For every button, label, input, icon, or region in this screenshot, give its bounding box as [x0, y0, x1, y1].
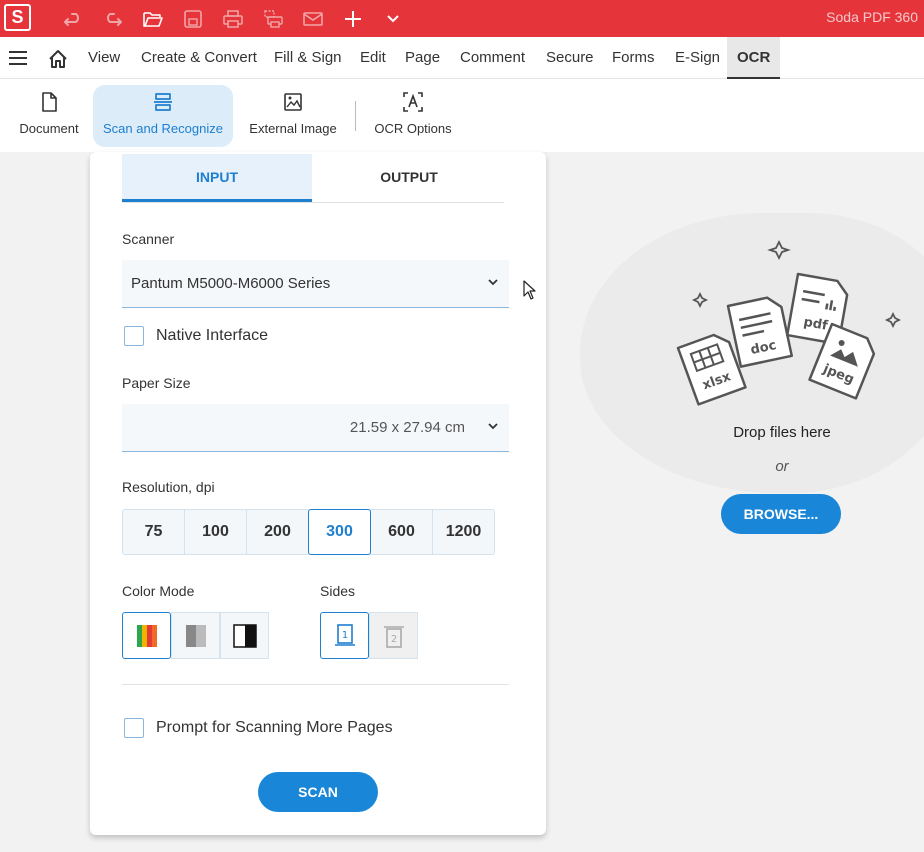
ribbon: Document Scan and Recognize External Ima…: [0, 79, 924, 152]
ribbon-scan-recognize-label: Scan and Recognize: [103, 121, 223, 136]
panel-tabs: INPUT OUTPUT: [122, 154, 504, 203]
ribbon-external-image-button[interactable]: External Image: [245, 85, 341, 147]
resolution-label: Resolution, dpi: [122, 479, 215, 495]
menu-edit[interactable]: Edit: [360, 37, 386, 79]
browse-button[interactable]: BROWSE...: [721, 494, 841, 534]
tab-input[interactable]: INPUT: [122, 154, 312, 202]
black-white-icon: [232, 623, 257, 648]
sparkle-icon: [767, 239, 791, 261]
ribbon-external-image-label: External Image: [249, 121, 337, 136]
prompt-more-pages-label: Prompt for Scanning More Pages: [156, 719, 393, 736]
sparkle-icon: [884, 311, 902, 329]
save-icon[interactable]: [182, 8, 204, 30]
menu-page[interactable]: Page: [405, 37, 440, 79]
drop-or-text: or: [775, 458, 789, 475]
chevron-down-icon: [488, 279, 498, 286]
menu-esign[interactable]: E-Sign: [675, 37, 720, 79]
hamburger-menu-icon[interactable]: [8, 49, 28, 67]
scanner-icon: [152, 91, 174, 113]
resolution-option-selected[interactable]: 300: [308, 509, 371, 555]
panel-divider: [122, 684, 509, 685]
svg-text:2: 2: [390, 634, 396, 645]
menu-ocr[interactable]: OCR: [727, 37, 781, 79]
app-logo[interactable]: S: [4, 4, 31, 31]
double-sided-icon: 2: [383, 625, 404, 648]
doc-file-icon: doc: [726, 296, 794, 368]
paper-size-value: 21.59 x 27.94 cm: [349, 419, 465, 436]
menu-secure[interactable]: Secure: [546, 37, 594, 79]
resolution-option[interactable]: 75: [122, 509, 185, 555]
menu-comment[interactable]: Comment: [460, 37, 525, 79]
mouse-cursor-icon: [523, 280, 536, 300]
sides-single-button[interactable]: 1: [320, 612, 369, 659]
color-mode-color-button[interactable]: [122, 612, 171, 659]
ocr-options-icon: [402, 91, 424, 113]
scan-button[interactable]: SCAN: [258, 772, 378, 812]
chevron-down-icon: [488, 423, 498, 430]
undo-icon[interactable]: [62, 8, 84, 30]
redo-icon[interactable]: [102, 8, 124, 30]
menu-create-convert[interactable]: Create & Convert: [141, 37, 257, 79]
resolution-option[interactable]: 600: [370, 509, 433, 555]
add-icon[interactable]: [342, 8, 364, 30]
print-icon[interactable]: [222, 8, 244, 30]
paper-size-select[interactable]: 21.59 x 27.94 cm: [122, 404, 509, 452]
file-types-illustration: xlsx doc pdf jpeg: [676, 239, 902, 406]
tab-output[interactable]: OUTPUT: [314, 154, 504, 202]
title-bar: S Soda PDF 360: [0, 0, 924, 37]
ribbon-separator: [355, 101, 356, 131]
ribbon-ocr-options-button[interactable]: OCR Options: [372, 85, 454, 147]
color-mode-grayscale-button[interactable]: [171, 612, 220, 659]
ribbon-scan-recognize-button[interactable]: Scan and Recognize: [93, 85, 233, 147]
sides-double-button[interactable]: 2: [369, 612, 418, 659]
image-icon: [282, 91, 304, 113]
resolution-option[interactable]: 100: [184, 509, 247, 555]
native-interface-label: Native Interface: [156, 327, 269, 344]
paper-size-label: Paper Size: [122, 375, 191, 391]
document-icon: [38, 91, 60, 113]
app-title: Soda PDF 360: [826, 9, 918, 25]
menu-fill-sign[interactable]: Fill & Sign: [274, 37, 342, 79]
color-mode-bw-button[interactable]: [220, 612, 269, 659]
sparkle-icon: [691, 291, 709, 309]
home-icon[interactable]: [48, 49, 68, 69]
resolution-option[interactable]: 200: [246, 509, 309, 555]
ribbon-document-label: Document: [19, 121, 79, 136]
resolution-selector: 75 100 200 300 600 1200: [122, 509, 501, 555]
native-interface-checkbox[interactable]: [124, 326, 144, 346]
drop-files-text: Drop files here: [733, 424, 831, 441]
color-mode-label: Color Mode: [122, 583, 195, 599]
scanner-label: Scanner: [122, 231, 175, 247]
scan-panel: INPUT OUTPUT Scanner Pantum M5000-M6000 …: [90, 152, 546, 835]
resolution-option[interactable]: 1200: [432, 509, 495, 555]
sides-label: Sides: [320, 583, 356, 599]
chevron-down-icon[interactable]: [382, 8, 404, 30]
color-icon: [136, 624, 157, 647]
email-icon[interactable]: [302, 8, 324, 30]
prompt-more-pages-checkbox[interactable]: [124, 718, 144, 738]
menu-view[interactable]: View: [88, 37, 120, 79]
scanner-value: Pantum M5000-M6000 Series: [131, 275, 331, 292]
ribbon-document-button[interactable]: Document: [12, 85, 86, 147]
scanner-select[interactable]: Pantum M5000-M6000 Series: [122, 260, 509, 308]
menu-forms[interactable]: Forms: [612, 37, 655, 79]
single-sided-icon: 1: [334, 623, 355, 646]
open-folder-icon[interactable]: [142, 8, 164, 30]
scan-print-icon[interactable]: [262, 8, 284, 30]
grayscale-icon: [185, 624, 206, 647]
menu-bar: View Create & Convert Fill & Sign Edit P…: [0, 37, 924, 79]
svg-text:1: 1: [341, 630, 347, 641]
ribbon-ocr-options-label: OCR Options: [374, 121, 452, 136]
